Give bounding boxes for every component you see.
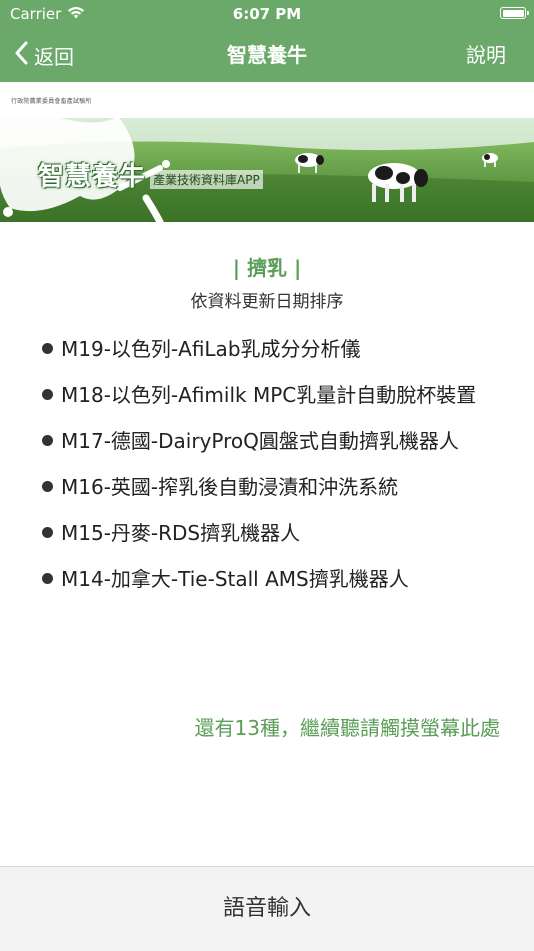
list-item[interactable]: M19-以色列-AfiLab乳成分分析儀 <box>42 335 482 363</box>
list-item-label: M14-加拿大-Tie-Stall AMS擠乳機器人 <box>61 567 409 591</box>
more-items-link[interactable]: 還有13種，繼續聽請觸摸螢幕此處 <box>195 712 500 741</box>
banner-title: 智慧養牛 <box>38 162 147 192</box>
banner-subtitle: 產業技術資料庫APP <box>150 170 263 189</box>
help-button[interactable]: 說明 <box>466 28 506 82</box>
bullet-icon <box>42 573 53 584</box>
bottom-bar: 語音輸入 <box>0 866 534 951</box>
list-item-label: M19-以色列-AfiLab乳成分分析儀 <box>61 337 361 361</box>
banner-caption: 智慧養牛 產業技術資料庫APP <box>38 156 263 193</box>
sort-note: 依資料更新日期排序 <box>190 292 344 312</box>
list-item-label: M16-英國-搾乳後自動浸漬和沖洗系統 <box>61 475 399 499</box>
bullet-icon <box>42 481 53 492</box>
status-bar: Carrier 6:07 PM <box>0 0 534 28</box>
list-item[interactable]: M17-德國-DairyProQ圓盤式自動擠乳機器人 <box>42 427 482 455</box>
equipment-list: M19-以色列-AfiLab乳成分分析儀 M18-以色列-Afimilk MPC… <box>42 335 482 611</box>
list-item[interactable]: M18-以色列-Afimilk MPC乳量計自動脫杯裝置 <box>42 381 482 409</box>
list-item[interactable]: M15-丹麥-RDS擠乳機器人 <box>42 519 482 547</box>
back-label: 返回 <box>34 44 74 69</box>
list-item-label: M18-以色列-Afimilk MPC乳量計自動脫杯裝置 <box>61 383 477 407</box>
list-item-label: M17-德國-DairyProQ圓盤式自動擠乳機器人 <box>61 429 459 453</box>
back-button[interactable]: 返回 <box>14 28 74 82</box>
category-title: | 擠乳 | <box>232 256 302 280</box>
list-item[interactable]: M16-英國-搾乳後自動浸漬和沖洗系統 <box>42 473 482 501</box>
bullet-icon <box>42 527 53 538</box>
navigation-bar: 返回 智慧養牛 說明 <box>0 28 534 82</box>
chevron-left-icon <box>14 41 28 70</box>
clock: 6:07 PM <box>232 5 302 23</box>
app-banner: 行政院農業委員會畜產試驗所 智慧養牛 產業技術資料庫APP <box>0 82 534 252</box>
bullet-icon <box>42 343 53 354</box>
bullet-icon <box>42 389 53 400</box>
bullet-icon <box>42 435 53 446</box>
list-item[interactable]: M14-加拿大-Tie-Stall AMS擠乳機器人 <box>42 565 482 593</box>
voice-input-button[interactable]: 語音輸入 <box>0 867 534 951</box>
page-title: 智慧養牛 <box>227 43 307 67</box>
agency-name: 行政院農業委員會畜產試驗所 <box>11 98 92 105</box>
battery-icon <box>500 7 529 19</box>
banner-header: 行政院農業委員會畜產試驗所 <box>0 82 534 118</box>
list-item-label: M15-丹麥-RDS擠乳機器人 <box>61 521 301 545</box>
